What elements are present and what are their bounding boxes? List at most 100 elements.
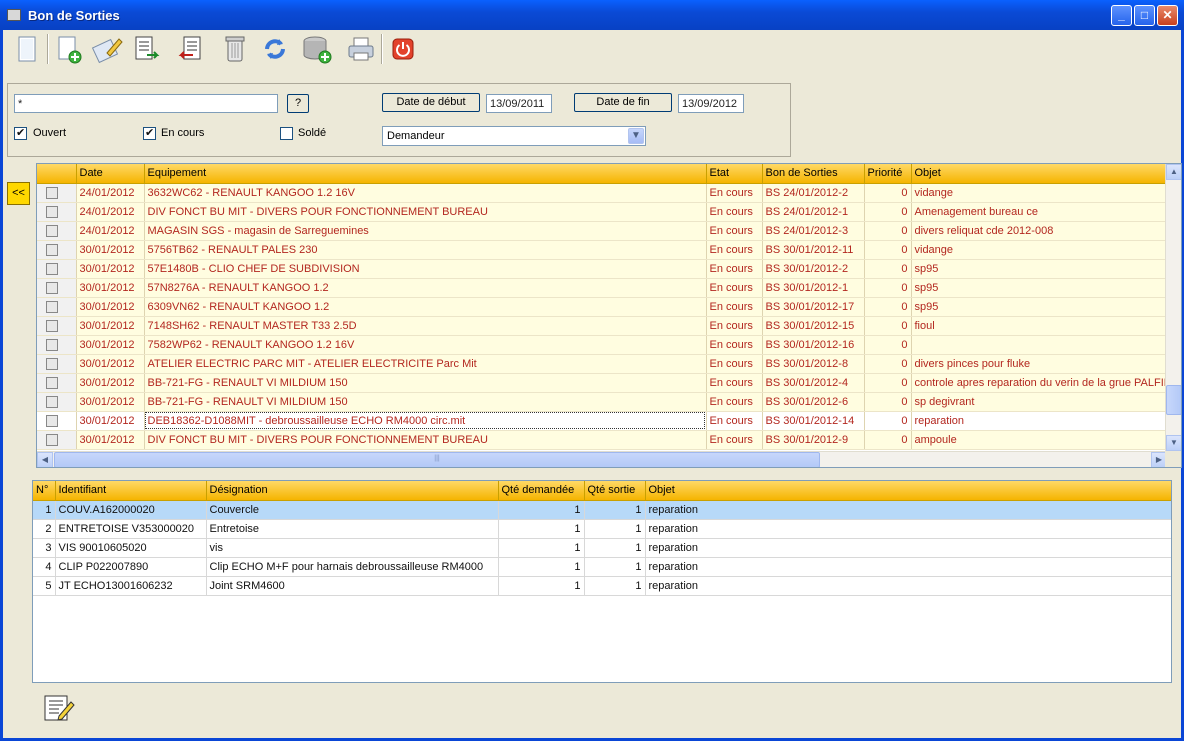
row-checkbox[interactable] xyxy=(46,281,58,294)
help-button[interactable]: ? xyxy=(287,94,309,113)
app-icon xyxy=(7,9,21,21)
import-icon[interactable] xyxy=(175,33,207,65)
scroll-thumb[interactable] xyxy=(1166,385,1181,415)
scroll-left-icon[interactable]: ◀ xyxy=(37,452,53,467)
cell-date: 30/01/2012 xyxy=(76,354,145,374)
search-input[interactable] xyxy=(14,94,278,113)
sorties-row[interactable]: 30/01/2012 57N8276A - RENAULT KANGOO 1.2 E… xyxy=(37,278,1168,298)
col-qte-sortie[interactable]: Qté sortie xyxy=(584,481,646,501)
close-button[interactable]: ✕ xyxy=(1157,5,1178,26)
col-qte-demandee[interactable]: Qté demandée xyxy=(498,481,585,501)
row-checkbox[interactable] xyxy=(46,205,58,218)
cell-qte-demandee: 1 xyxy=(498,519,585,539)
sorties-row[interactable]: 30/01/2012 BB-721-FG - RENAULT VI MILDIUM… xyxy=(37,392,1168,412)
sorties-row[interactable]: 24/01/2012 DIV FONCT BU MIT - DIVERS POUR… xyxy=(37,202,1168,222)
row-checkbox[interactable] xyxy=(46,376,58,389)
sorties-row[interactable]: 30/01/2012 DIV FONCT BU MIT - DIVERS POUR… xyxy=(37,430,1168,450)
cell-identifiant: COUV.A162000020 xyxy=(55,500,207,520)
print-icon[interactable] xyxy=(345,33,377,65)
scroll-down-icon[interactable]: ▼ xyxy=(1166,435,1181,451)
row-checkbox[interactable] xyxy=(46,243,58,256)
group-by-value: Demandeur xyxy=(387,130,445,142)
date-fin-button[interactable]: Date de fin xyxy=(574,93,672,112)
col-date[interactable]: Date xyxy=(76,164,145,184)
power-icon[interactable] xyxy=(387,33,419,65)
date-debut-field[interactable] xyxy=(486,94,552,113)
cell-equipement: DEB18362-D1088MIT - debroussailleuse ECH… xyxy=(144,411,707,431)
scroll-up-icon[interactable]: ▲ xyxy=(1166,164,1181,180)
scroll-thumb[interactable]: ||| xyxy=(54,452,820,467)
date-debut-button[interactable]: Date de début xyxy=(382,93,480,112)
sorties-row[interactable]: 24/01/2012 MAGASIN SGS - magasin de Sarre… xyxy=(37,221,1168,241)
cell-equipement: MAGASIN SGS - magasin de Sarreguemines xyxy=(144,221,707,241)
sorties-horizontal-scrollbar[interactable]: ◀ ||| ▶ xyxy=(37,451,1167,467)
group-by-select[interactable]: Demandeur ▼ xyxy=(382,126,646,146)
sorties-row[interactable]: 24/01/2012 3632WC62 - RENAULT KANGOO 1.2 … xyxy=(37,183,1168,203)
col-equipement[interactable]: Equipement xyxy=(144,164,707,184)
sorties-row[interactable]: 30/01/2012 BB-721-FG - RENAULT VI MILDIUM… xyxy=(37,373,1168,393)
date-fin-field[interactable] xyxy=(678,94,744,113)
row-checkbox[interactable] xyxy=(46,414,58,427)
sorties-row[interactable]: 30/01/2012 7148SH62 - RENAULT MASTER T33 … xyxy=(37,316,1168,336)
add-document-icon[interactable] xyxy=(53,33,85,65)
lignes-row[interactable]: 5 JT ECHO13001606232 Joint SRM4600 1 1 repara… xyxy=(33,576,1171,596)
delete-icon[interactable] xyxy=(219,33,251,65)
lignes-row[interactable]: 3 VIS 90010605020 vis 1 1 reparation xyxy=(33,538,1171,558)
chevron-down-icon[interactable]: ▼ xyxy=(628,128,644,144)
collapse-panel-button[interactable]: << xyxy=(7,182,30,205)
cell-priorite: 0 xyxy=(864,411,912,431)
col-identifiant[interactable]: Identifiant xyxy=(55,481,207,501)
cell-etat: En cours xyxy=(706,259,763,279)
row-checkbox[interactable] xyxy=(46,224,58,237)
row-checkbox[interactable] xyxy=(46,395,58,408)
sorties-row[interactable]: 30/01/2012 5756TB62 - RENAULT PALES 230 En… xyxy=(37,240,1168,260)
cell-qte-demandee: 1 xyxy=(498,557,585,577)
ouvert-checkbox[interactable] xyxy=(14,126,27,140)
row-checkbox[interactable] xyxy=(46,262,58,275)
sorties-row[interactable]: 30/01/2012 DEB18362-D1088MIT - debroussai… xyxy=(37,411,1168,431)
col-bon-de-sorties[interactable]: Bon de Sorties xyxy=(762,164,865,184)
refresh-icon[interactable] xyxy=(259,33,291,65)
row-checkbox[interactable] xyxy=(46,300,58,313)
row-checkbox[interactable] xyxy=(46,338,58,351)
lignes-row[interactable]: 2 ENTRETOISE V353000020 Entretoise 1 1 repara… xyxy=(33,519,1171,539)
sorties-row[interactable]: 30/01/2012 57E1480B - CLIO CHEF DE SUBDIV… xyxy=(37,259,1168,279)
edit-icon[interactable] xyxy=(91,33,123,65)
cell-bon-de-sorties: BS 30/01/2012-8 xyxy=(762,354,865,374)
encours-checkbox[interactable] xyxy=(143,126,156,140)
maximize-button[interactable]: □ xyxy=(1134,5,1155,26)
export-icon[interactable] xyxy=(131,33,163,65)
cell-numero: 1 xyxy=(33,500,56,520)
solde-checkbox[interactable] xyxy=(280,127,293,140)
cell-priorite: 0 xyxy=(864,354,912,374)
row-checkbox[interactable] xyxy=(46,357,58,370)
minimize-button[interactable]: _ xyxy=(1111,5,1132,26)
col-etat[interactable]: Etat xyxy=(706,164,763,184)
row-checkbox[interactable] xyxy=(46,186,58,199)
col-designation[interactable]: Désignation xyxy=(206,481,499,501)
row-checkbox[interactable] xyxy=(46,319,58,332)
row-select-cell xyxy=(37,297,77,317)
lignes-row[interactable]: 1 COUV.A162000020 Couvercle 1 1 reparation xyxy=(33,500,1171,520)
row-checkbox[interactable] xyxy=(46,433,58,446)
cell-objet: divers reliquat cde 2012-008 xyxy=(911,221,1168,241)
new-document-icon[interactable] xyxy=(11,33,43,65)
col-numero[interactable]: N° xyxy=(33,481,56,501)
cell-objet: sp degivrant xyxy=(911,392,1168,412)
cell-bon-de-sorties: BS 30/01/2012-16 xyxy=(762,335,865,355)
edit-lines-button[interactable] xyxy=(40,689,76,725)
col-objet[interactable]: Objet xyxy=(645,481,1171,501)
database-add-icon[interactable] xyxy=(301,33,333,65)
toolbar xyxy=(3,30,1181,70)
sorties-vertical-scrollbar[interactable]: ▲ ▼ xyxy=(1165,164,1181,451)
row-select-cell xyxy=(37,430,77,450)
col-objet[interactable]: Objet xyxy=(911,164,1168,184)
cell-equipement: BB-721-FG - RENAULT VI MILDIUM 150 xyxy=(144,373,707,393)
col-priorite[interactable]: Priorité xyxy=(864,164,912,184)
sorties-row[interactable]: 30/01/2012 6309VN62 - RENAULT KANGOO 1.2 E… xyxy=(37,297,1168,317)
sorties-row[interactable]: 30/01/2012 ATELIER ELECTRIC PARC MIT - AT… xyxy=(37,354,1168,374)
lignes-row[interactable]: 4 CLIP P022007890 Clip ECHO M+F pour harna… xyxy=(33,557,1171,577)
sorties-row[interactable]: 30/01/2012 7582WP62 - RENAULT KANGOO 1.2 … xyxy=(37,335,1168,355)
cell-equipement: 3632WC62 - RENAULT KANGOO 1.2 16V xyxy=(144,183,707,203)
cell-priorite: 0 xyxy=(864,259,912,279)
